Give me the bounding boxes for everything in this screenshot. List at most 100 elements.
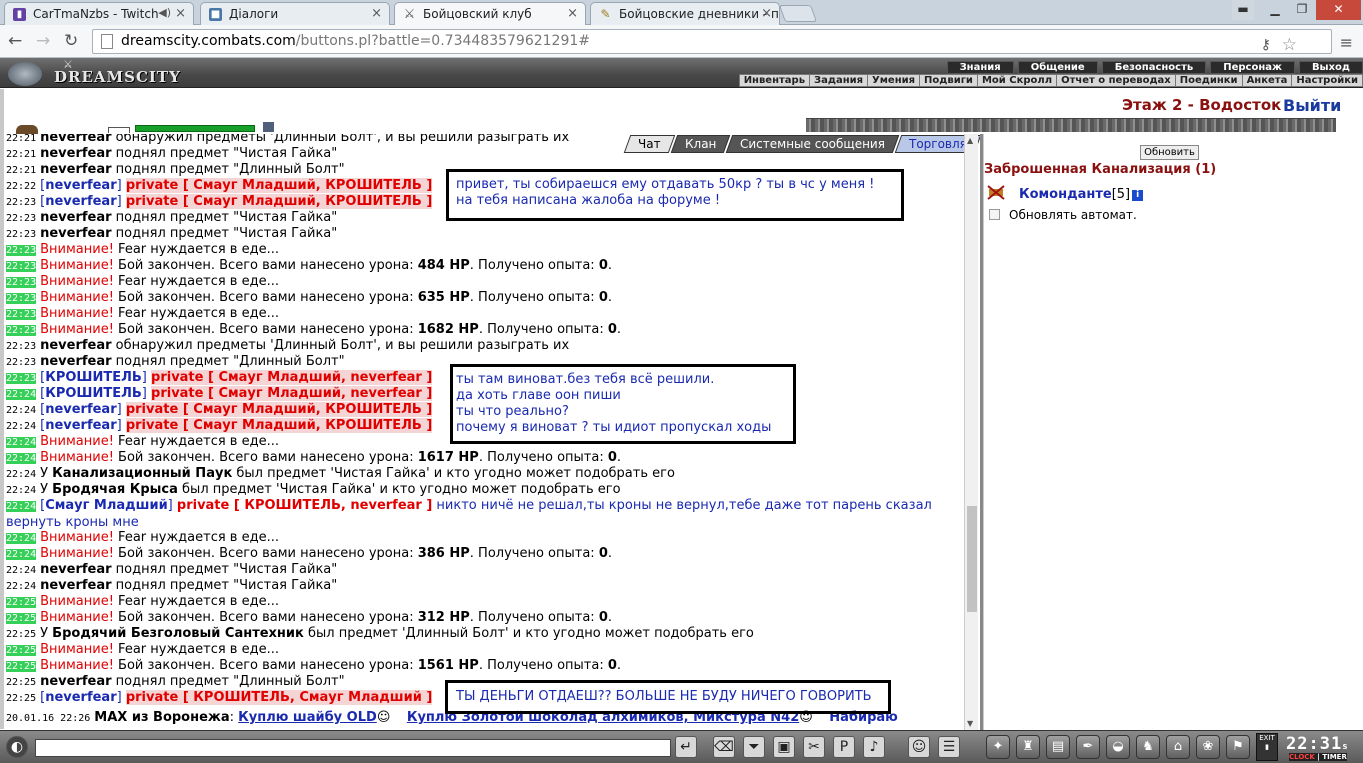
clock-tab[interactable]: CLOCK [1289,753,1315,761]
menu-knowledge[interactable]: Знания [946,61,1014,74]
submenu-feats[interactable]: Подвиги [920,75,978,86]
menu-icon[interactable]: ≡ [1340,33,1353,52]
reload-icon[interactable]: ↻ [64,31,78,51]
private-recipients: private [ КРОШИТЕЛЬ, neverfear ] [176,498,433,513]
chat-input[interactable] [35,739,671,757]
clock-label[interactable]: CLOCK | TIMER [1289,753,1347,761]
scroll-up-icon[interactable]: ▲ [967,136,973,145]
sender[interactable]: neverfear [45,690,116,705]
back-icon[interactable]: ← [8,31,22,51]
chat-scrollbar[interactable]: ▲ ▼ [964,134,978,730]
runner-icon[interactable]: ✂ [803,736,825,758]
player-name[interactable]: Комонданте [1019,187,1112,202]
new-tab-button[interactable] [778,5,818,22]
sender[interactable]: КРОШИТЕЛЬ [45,386,142,401]
nick[interactable]: neverfear [40,562,111,577]
speaker-icon[interactable]: ◀) [158,6,171,19]
menu-social[interactable]: Общение [1017,61,1098,74]
message: . Получено опыта: [469,290,599,305]
close-icon[interactable]: × [371,6,382,21]
castle-icon[interactable]: ⌂ [1166,735,1190,759]
submenu-settings[interactable]: Настройки [1292,75,1362,86]
tab-fight-club[interactable]: ⚔ Бойцовский клуб × [394,2,586,26]
sender[interactable]: neverfear [45,194,116,209]
sender[interactable]: neverfear [45,178,116,193]
submenu-transfer-report[interactable]: Отчет о переводах [1057,75,1176,86]
paw-icon[interactable]: ❀ [1196,735,1220,759]
nick[interactable]: neverfear [40,210,111,225]
flag-icon[interactable]: ⚑ [1226,735,1250,759]
skill-icon[interactable]: ✦ [986,735,1010,759]
tab-clan[interactable]: Клан [670,135,731,153]
nick[interactable]: neverfear [40,134,111,145]
nick[interactable]: neverfear [40,146,111,161]
window-close-button[interactable]: ✕ [1316,0,1361,20]
submenu-skills[interactable]: Умения [868,75,921,86]
player-entry[interactable]: Комонданте[5] i [1019,187,1144,202]
scrollbar-thumb[interactable] [967,506,977,612]
nick[interactable]: neverfear [40,674,111,689]
timestamp: 22:21 [6,134,37,144]
trade-link[interactable]: Куплю шайбу OLD [238,710,377,725]
helmet-icon[interactable]: ◒ [1106,735,1130,759]
maximize-button[interactable]: ❐ [1288,0,1316,20]
menu-security[interactable]: Безопасность [1101,61,1207,74]
close-icon[interactable]: × [175,6,186,21]
nick[interactable]: neverfear [40,226,111,241]
tab-chat[interactable]: Чат [623,135,675,153]
submenu-fights[interactable]: Поединки [1176,75,1243,86]
menu-character[interactable]: Персонаж [1210,61,1295,74]
warning-label: Внимание! [40,290,114,305]
address-bar[interactable]: dreamscity.combats.com/buttons.pl?battle… [92,29,1332,55]
refresh-button[interactable]: Обновить [1140,145,1199,160]
scroll-icon[interactable]: ✒ [1076,735,1100,759]
timer-tab[interactable]: TIMER [1322,753,1347,761]
exit-button[interactable]: EXIT ▮ [1256,733,1278,761]
sender[interactable]: neverfear [45,418,116,433]
smiles-icon[interactable]: ☺ [908,736,930,758]
scroll-down-icon[interactable]: ▼ [967,719,973,728]
nick[interactable]: neverfear [40,338,111,353]
nick[interactable]: neverfear [40,578,111,593]
profile-icon[interactable]: ▬ [1232,0,1254,20]
key-icon[interactable]: ⚷ [1261,37,1271,53]
tab-dialogs[interactable]: ■ Діалоги × [200,2,390,25]
close-icon[interactable]: × [761,6,772,21]
info-icon[interactable]: i [1132,190,1144,201]
submenu-quests[interactable]: Задания [810,75,869,86]
fight-icon[interactable] [987,185,1005,200]
nick[interactable]: neverfear [40,162,111,177]
filter-icon[interactable]: ⏷ [743,736,765,758]
nick[interactable]: neverfear [40,354,111,369]
timestamp: 22:23 [6,197,37,208]
exit-link[interactable]: Выйти [1283,96,1341,115]
translit-icon[interactable]: P [833,736,855,758]
sender[interactable]: Смауг Младший [45,498,167,513]
chest-icon[interactable]: ▤ [1046,735,1070,759]
sender[interactable]: КРОШИТЕЛЬ [45,370,142,385]
private-recipients: private [ Смауг Младший, neverfear ] [151,386,433,401]
save-icon[interactable]: ▣ [773,736,795,758]
submenu-my-scroll[interactable]: Мой Скролл [978,75,1058,86]
sender[interactable]: neverfear [45,402,116,417]
forward-icon[interactable]: → [36,31,50,51]
eraser-icon[interactable]: ⌫ [713,736,735,758]
clock: 22:31s [1286,734,1349,754]
submenu-profile[interactable]: Анкета [1243,75,1293,86]
nick[interactable]: MAX из Воронежа [94,710,229,725]
tab-system-messages[interactable]: Системные сообщения [725,135,900,153]
music-icon[interactable]: ♪ [863,736,885,758]
minimize-button[interactable]: ▁ [1262,0,1288,20]
send-icon[interactable]: ↵ [675,736,697,758]
armor-icon[interactable]: ♞ [1136,735,1160,759]
auto-refresh-checkbox[interactable] [989,209,1000,220]
tab-fight-diaries[interactable]: ✎ Бойцовские дневники - п × [590,2,780,25]
submenu-inventory[interactable]: Инвентарь [740,75,811,86]
close-icon[interactable]: × [567,6,578,21]
bag-icon[interactable]: ♜ [1016,735,1040,759]
chat-mode-icon[interactable]: ◐ [6,736,28,758]
tab-twitch[interactable]: ▮ CarTmaNzbs - Twitch ◀) × [4,2,194,25]
bookmark-star-icon[interactable]: ☆ [1282,35,1297,55]
menu-exit[interactable]: Выход [1298,61,1363,74]
clan-icon[interactable]: ☰ [938,736,960,758]
